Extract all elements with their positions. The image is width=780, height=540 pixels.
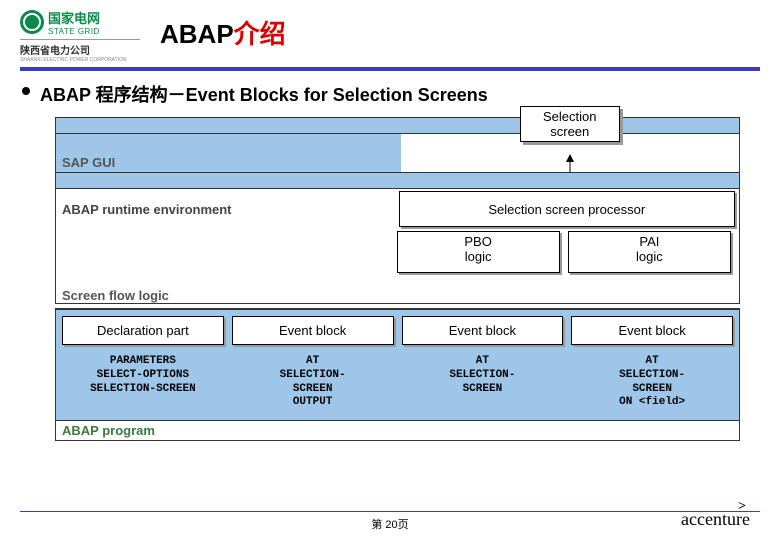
pai-box: PAI logic xyxy=(568,231,731,273)
pai-l2: logic xyxy=(569,249,730,264)
architecture-diagram: SAP GUI Selection screen ABAP runtime en… xyxy=(55,117,740,441)
slide-header: 国家电网 STATE GRID 陕西省电力公司 SHAANXI ELECTRIC… xyxy=(0,0,780,63)
selection-screen-area: Selection screen xyxy=(401,134,740,172)
event-block-2: Event block xyxy=(402,316,564,345)
page-number: 第 20页 xyxy=(30,516,750,532)
code-box-3: ATSELECTION-SCREENON <field> xyxy=(571,351,733,418)
accenture-chevron-icon: > xyxy=(738,499,746,515)
title-black: ABAP xyxy=(160,19,234,49)
sap-gui-top-bar xyxy=(56,118,739,134)
slide-footer: 第 20页 > accenture xyxy=(0,511,780,532)
logo-sub-cn: 陕西省电力公司 xyxy=(20,42,140,57)
logo-en: STATE GRID xyxy=(48,27,100,36)
code-box-2: ATSELECTION-SCREEN xyxy=(402,351,564,418)
code-row: PARAMETERSSELECT-OPTIONSSELECTION-SCREEN… xyxy=(62,351,733,418)
abap-program-label: ABAP program xyxy=(56,421,739,440)
event-block-1: Event block xyxy=(232,316,394,345)
sap-gui-label: SAP GUI xyxy=(56,134,401,172)
selection-screen-box: Selection screen xyxy=(520,106,620,142)
sel-l2: screen xyxy=(521,124,619,139)
logo-cn: 国家电网 xyxy=(48,8,100,27)
declaration-box: Declaration part xyxy=(62,316,224,345)
sap-gui-layer: SAP GUI Selection screen xyxy=(55,117,740,172)
event-row: Declaration part Event block Event block… xyxy=(62,316,733,345)
pbo-l2: logic xyxy=(398,249,559,264)
runtime-top-bar xyxy=(56,173,739,189)
flow-logic-label: Screen flow logic xyxy=(56,275,739,303)
slide-title: ABAP介绍 xyxy=(160,8,286,51)
pbo-l1: PBO xyxy=(398,234,559,249)
state-grid-icon xyxy=(20,10,44,34)
title-red: 介绍 xyxy=(234,19,286,49)
bullet-heading: ABAP 程序结构－Event Blocks for Selection Scr… xyxy=(0,71,780,113)
pai-l1: PAI xyxy=(569,234,730,249)
code-box-0: PARAMETERSSELECT-OPTIONSSELECTION-SCREEN xyxy=(62,351,224,418)
pbo-box: PBO logic xyxy=(397,231,560,273)
runtime-label: ABAP runtime environment xyxy=(56,189,397,229)
runtime-layer: ABAP runtime environment Selection scree… xyxy=(55,172,740,303)
sel-l1: Selection xyxy=(521,109,619,124)
company-logo-block: 国家电网 STATE GRID 陕西省电力公司 SHAANXI ELECTRIC… xyxy=(20,8,140,63)
logo-sub-en: SHAANXI ELECTRIC POWER CORPORATION xyxy=(20,57,140,63)
arrow-head-icon xyxy=(566,154,574,162)
abap-program-layer: Declaration part Event block Event block… xyxy=(55,309,740,441)
selection-processor-box: Selection screen processor xyxy=(399,191,736,227)
code-box-1: ATSELECTION-SCREENOUTPUT xyxy=(232,351,394,418)
accenture-logo: > accenture xyxy=(681,509,750,530)
event-block-3: Event block xyxy=(571,316,733,345)
footer-line xyxy=(20,511,760,512)
